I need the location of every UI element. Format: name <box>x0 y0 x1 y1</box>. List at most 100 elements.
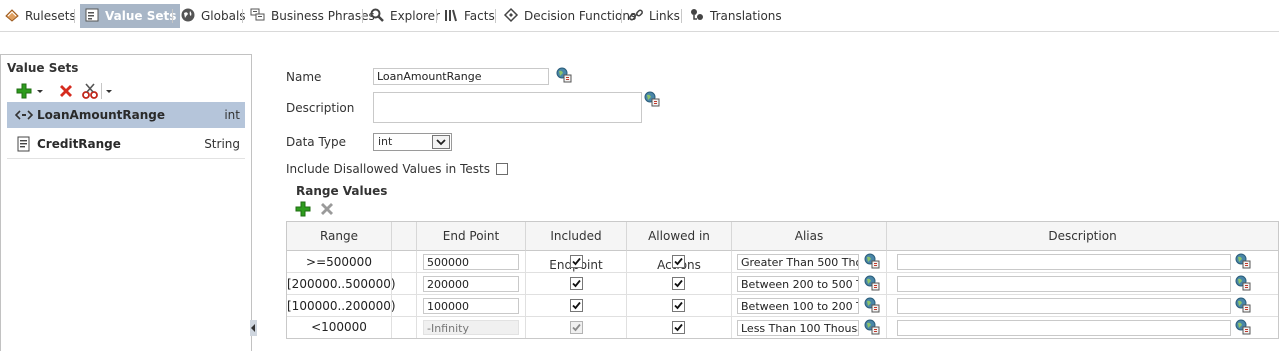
row-description-field[interactable] <box>897 254 1231 270</box>
tab-value-sets-label: Value Sets <box>105 9 177 23</box>
range-values-title: Range Values <box>296 184 388 198</box>
tab-separator <box>74 9 75 23</box>
end-point-cell: -Infinity <box>417 317 526 338</box>
allowed-in-actions-cell <box>627 317 732 338</box>
data-type-select[interactable]: int <box>373 133 452 151</box>
column-header-end-point[interactable]: End Point <box>417 222 526 251</box>
included-endpoint-checkbox-disabled <box>570 321 583 334</box>
alias-field[interactable]: Greater Than 500 Thous <box>737 254 859 270</box>
range-cell: [100000..200000) <box>287 295 396 317</box>
row-description-field[interactable] <box>897 298 1231 314</box>
tab-rulesets[interactable]: Rulesets <box>4 4 76 28</box>
tab-translations[interactable]: Translations <box>689 4 782 28</box>
splitter-handle[interactable] <box>250 320 257 336</box>
translations-icon <box>691 9 703 20</box>
end-point-cell: 100000 <box>417 295 526 317</box>
include-disallowed-checkbox[interactable] <box>496 163 508 175</box>
value-sets-panel: Value Sets LoanAmountRange int CreditRan… <box>0 54 252 351</box>
allowed-in-actions-cell <box>627 295 732 317</box>
blank-cell <box>392 251 417 273</box>
translate-icon[interactable] <box>864 275 880 291</box>
allowed-in-actions-checkbox[interactable] <box>672 255 685 268</box>
chevron-down-icon[interactable] <box>104 82 114 100</box>
translate-icon[interactable] <box>864 253 880 269</box>
globe-icon <box>181 8 195 22</box>
tab-facts[interactable]: Facts <box>443 4 495 28</box>
checkmark-icon <box>674 279 683 288</box>
tab-separator <box>621 9 622 23</box>
delete-icon[interactable] <box>57 82 75 100</box>
top-tab-bar: Rulesets Value Sets Globals Business Phr… <box>0 0 1279 32</box>
column-header-description[interactable]: Description <box>887 222 1278 251</box>
list-item[interactable]: CreditRange String <box>7 131 245 157</box>
checkmark-icon <box>572 257 581 266</box>
table-row[interactable]: [100000..200000) 100000 Between 100 to 2… <box>287 295 1278 317</box>
chevron-down-icon[interactable] <box>35 82 45 100</box>
allowed-in-actions-checkbox[interactable] <box>672 321 685 334</box>
included-endpoint-checkbox[interactable] <box>570 299 583 312</box>
collapse-left-icon <box>251 324 255 332</box>
translate-icon[interactable] <box>1235 319 1251 335</box>
dropdown-button[interactable] <box>432 135 450 149</box>
tab-links[interactable]: Links <box>628 4 680 28</box>
toolbar-divider <box>101 83 102 99</box>
blank-cell <box>392 273 417 295</box>
translate-icon[interactable] <box>644 91 660 107</box>
alias-field[interactable]: Between 100 to 200 Tho <box>737 298 859 314</box>
tab-value-sets[interactable]: Value Sets <box>80 4 181 28</box>
description-cell <box>887 251 1278 273</box>
cut-icon[interactable] <box>81 82 99 100</box>
name-label: Name <box>286 70 322 84</box>
delete-icon-disabled[interactable] <box>318 200 336 218</box>
column-header-allowed-in-actions[interactable]: Allowed in Actions <box>627 222 732 272</box>
translate-icon[interactable] <box>864 319 880 335</box>
tab-globals[interactable]: Globals <box>180 4 246 28</box>
add-icon[interactable] <box>294 200 312 218</box>
table-row[interactable]: <100000 -Infinity Less Than 100 Thousan <box>287 317 1278 338</box>
description-cell <box>887 273 1278 295</box>
rulesets-icon <box>5 9 19 22</box>
checkmark-icon <box>572 279 581 288</box>
alias-field[interactable]: Less Than 100 Thousan <box>737 320 859 336</box>
translate-icon[interactable] <box>1235 253 1251 269</box>
included-endpoint-checkbox[interactable] <box>570 277 583 290</box>
table-row[interactable]: >=500000 500000 Greater Than 500 Thous <box>287 251 1278 273</box>
table-row[interactable]: [200000..500000) 200000 Between 200 to 5… <box>287 273 1278 295</box>
column-header-blank <box>392 222 417 251</box>
row-description-field[interactable] <box>897 276 1231 292</box>
column-header-range[interactable]: Range <box>287 222 392 251</box>
alias-field[interactable]: Between 200 to 500 Tho <box>737 276 859 292</box>
column-header-alias[interactable]: Alias <box>732 222 887 251</box>
tab-business-phrases[interactable]: Business Phrases <box>250 4 375 28</box>
column-header-included-endpoint[interactable]: Included Endpoint <box>526 222 627 272</box>
tab-decision-functions[interactable]: Decision Functions <box>503 4 636 28</box>
translate-icon[interactable] <box>1235 275 1251 291</box>
end-point-cell: 200000 <box>417 273 526 295</box>
end-point-field[interactable]: 500000 <box>423 254 519 270</box>
row-description-field[interactable] <box>897 320 1231 336</box>
blank-cell <box>392 295 417 317</box>
checkmark-icon <box>674 257 683 266</box>
tab-separator <box>172 9 173 23</box>
translate-icon[interactable] <box>1235 297 1251 313</box>
name-field[interactable]: LoanAmountRange <box>373 68 549 85</box>
description-field[interactable] <box>373 92 642 123</box>
included-endpoint-checkbox[interactable] <box>570 255 583 268</box>
panel-title: Value Sets <box>7 61 79 75</box>
tab-separator <box>681 9 682 23</box>
description-label: Description <box>286 101 355 115</box>
translate-icon[interactable] <box>556 67 572 83</box>
end-point-field[interactable]: 100000 <box>423 298 519 314</box>
tab-separator <box>362 9 363 23</box>
range-cell: [200000..500000) <box>287 273 396 295</box>
tab-explorer[interactable]: Explorer <box>369 4 440 28</box>
allowed-in-actions-checkbox[interactable] <box>672 299 685 312</box>
add-icon[interactable] <box>15 82 33 100</box>
checkmark-icon <box>674 301 683 310</box>
allowed-in-actions-checkbox[interactable] <box>672 277 685 290</box>
list-item[interactable]: LoanAmountRange int <box>7 102 245 128</box>
data-type-value: int <box>378 135 393 148</box>
end-point-field[interactable]: 200000 <box>423 276 519 292</box>
included-endpoint-cell <box>526 295 627 317</box>
translate-icon[interactable] <box>864 297 880 313</box>
